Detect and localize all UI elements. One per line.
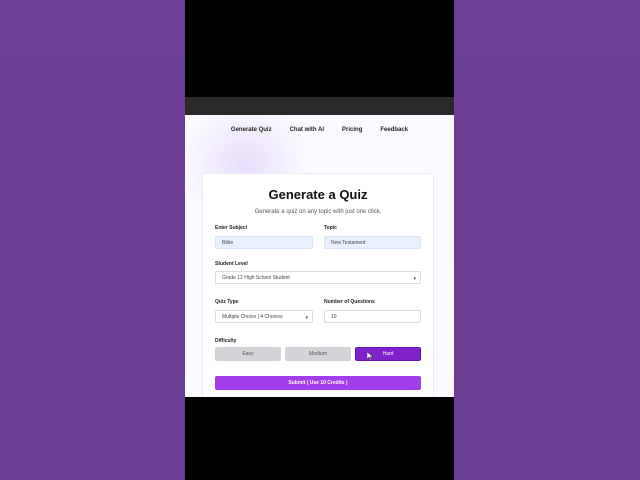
- chevron-down-icon: ▾: [305, 315, 308, 321]
- difficulty-easy-button[interactable]: Easy: [215, 347, 281, 361]
- left-background: [0, 0, 185, 480]
- difficulty-easy-label: Easy: [242, 351, 254, 357]
- difficulty-medium-button[interactable]: Medium: [285, 347, 351, 361]
- phone-frame: Generate Quiz Chat with AI Pricing Feedb…: [185, 0, 454, 480]
- topic-input[interactable]: New Testament: [324, 236, 421, 249]
- nav-feedback[interactable]: Feedback: [380, 127, 408, 139]
- quiz-type-value: Multiple Choice | 4 Choices: [222, 313, 283, 320]
- difficulty-medium-label: Medium: [309, 351, 327, 357]
- right-background: [454, 0, 640, 480]
- difficulty-label: Difficulty: [215, 338, 237, 344]
- subject-value: Bible: [222, 239, 234, 246]
- quiz-generator-card: Generate a Quiz Generate a quiz on any t…: [202, 173, 434, 397]
- difficulty-hard-label: Hard: [382, 351, 394, 357]
- number-of-questions-label: Number of Questions: [324, 299, 375, 305]
- student-level-value: Grade 12 High School Student: [222, 274, 290, 281]
- submit-label: Submit ( Use 10 Credits ): [288, 380, 348, 386]
- app-screen: Generate Quiz Chat with AI Pricing Feedb…: [185, 115, 454, 397]
- quiz-type-label: Quiz Type: [215, 299, 239, 305]
- number-of-questions-value: 10: [331, 313, 337, 320]
- topic-label: Topic: [324, 225, 337, 231]
- mouse-pointer-icon: [367, 352, 373, 360]
- student-level-select[interactable]: Grade 12 High School Student ▾: [215, 271, 421, 284]
- top-navigation: Generate Quiz Chat with AI Pricing Feedb…: [185, 127, 454, 139]
- card-subtitle: Generate a quiz on any topic with just o…: [254, 209, 382, 215]
- nav-generate-quiz[interactable]: Generate Quiz: [231, 127, 272, 139]
- chevron-down-icon: ▾: [413, 276, 416, 282]
- subject-label: Enter Subject: [215, 225, 248, 231]
- topic-value: New Testament: [331, 239, 366, 246]
- browser-topbar: [185, 97, 454, 115]
- submit-button[interactable]: Submit ( Use 10 Credits ): [215, 376, 421, 390]
- card-title: Generate a Quiz: [268, 187, 368, 202]
- difficulty-hard-button[interactable]: Hard: [355, 347, 421, 361]
- nav-chat-with-ai[interactable]: Chat with AI: [290, 127, 324, 139]
- nav-pricing[interactable]: Pricing: [342, 127, 362, 139]
- number-of-questions-input[interactable]: 10: [324, 310, 421, 323]
- quiz-type-select[interactable]: Multiple Choice | 4 Choices ▾: [215, 310, 313, 323]
- student-level-label: Student Level: [215, 261, 248, 267]
- subject-input[interactable]: Bible: [215, 236, 313, 249]
